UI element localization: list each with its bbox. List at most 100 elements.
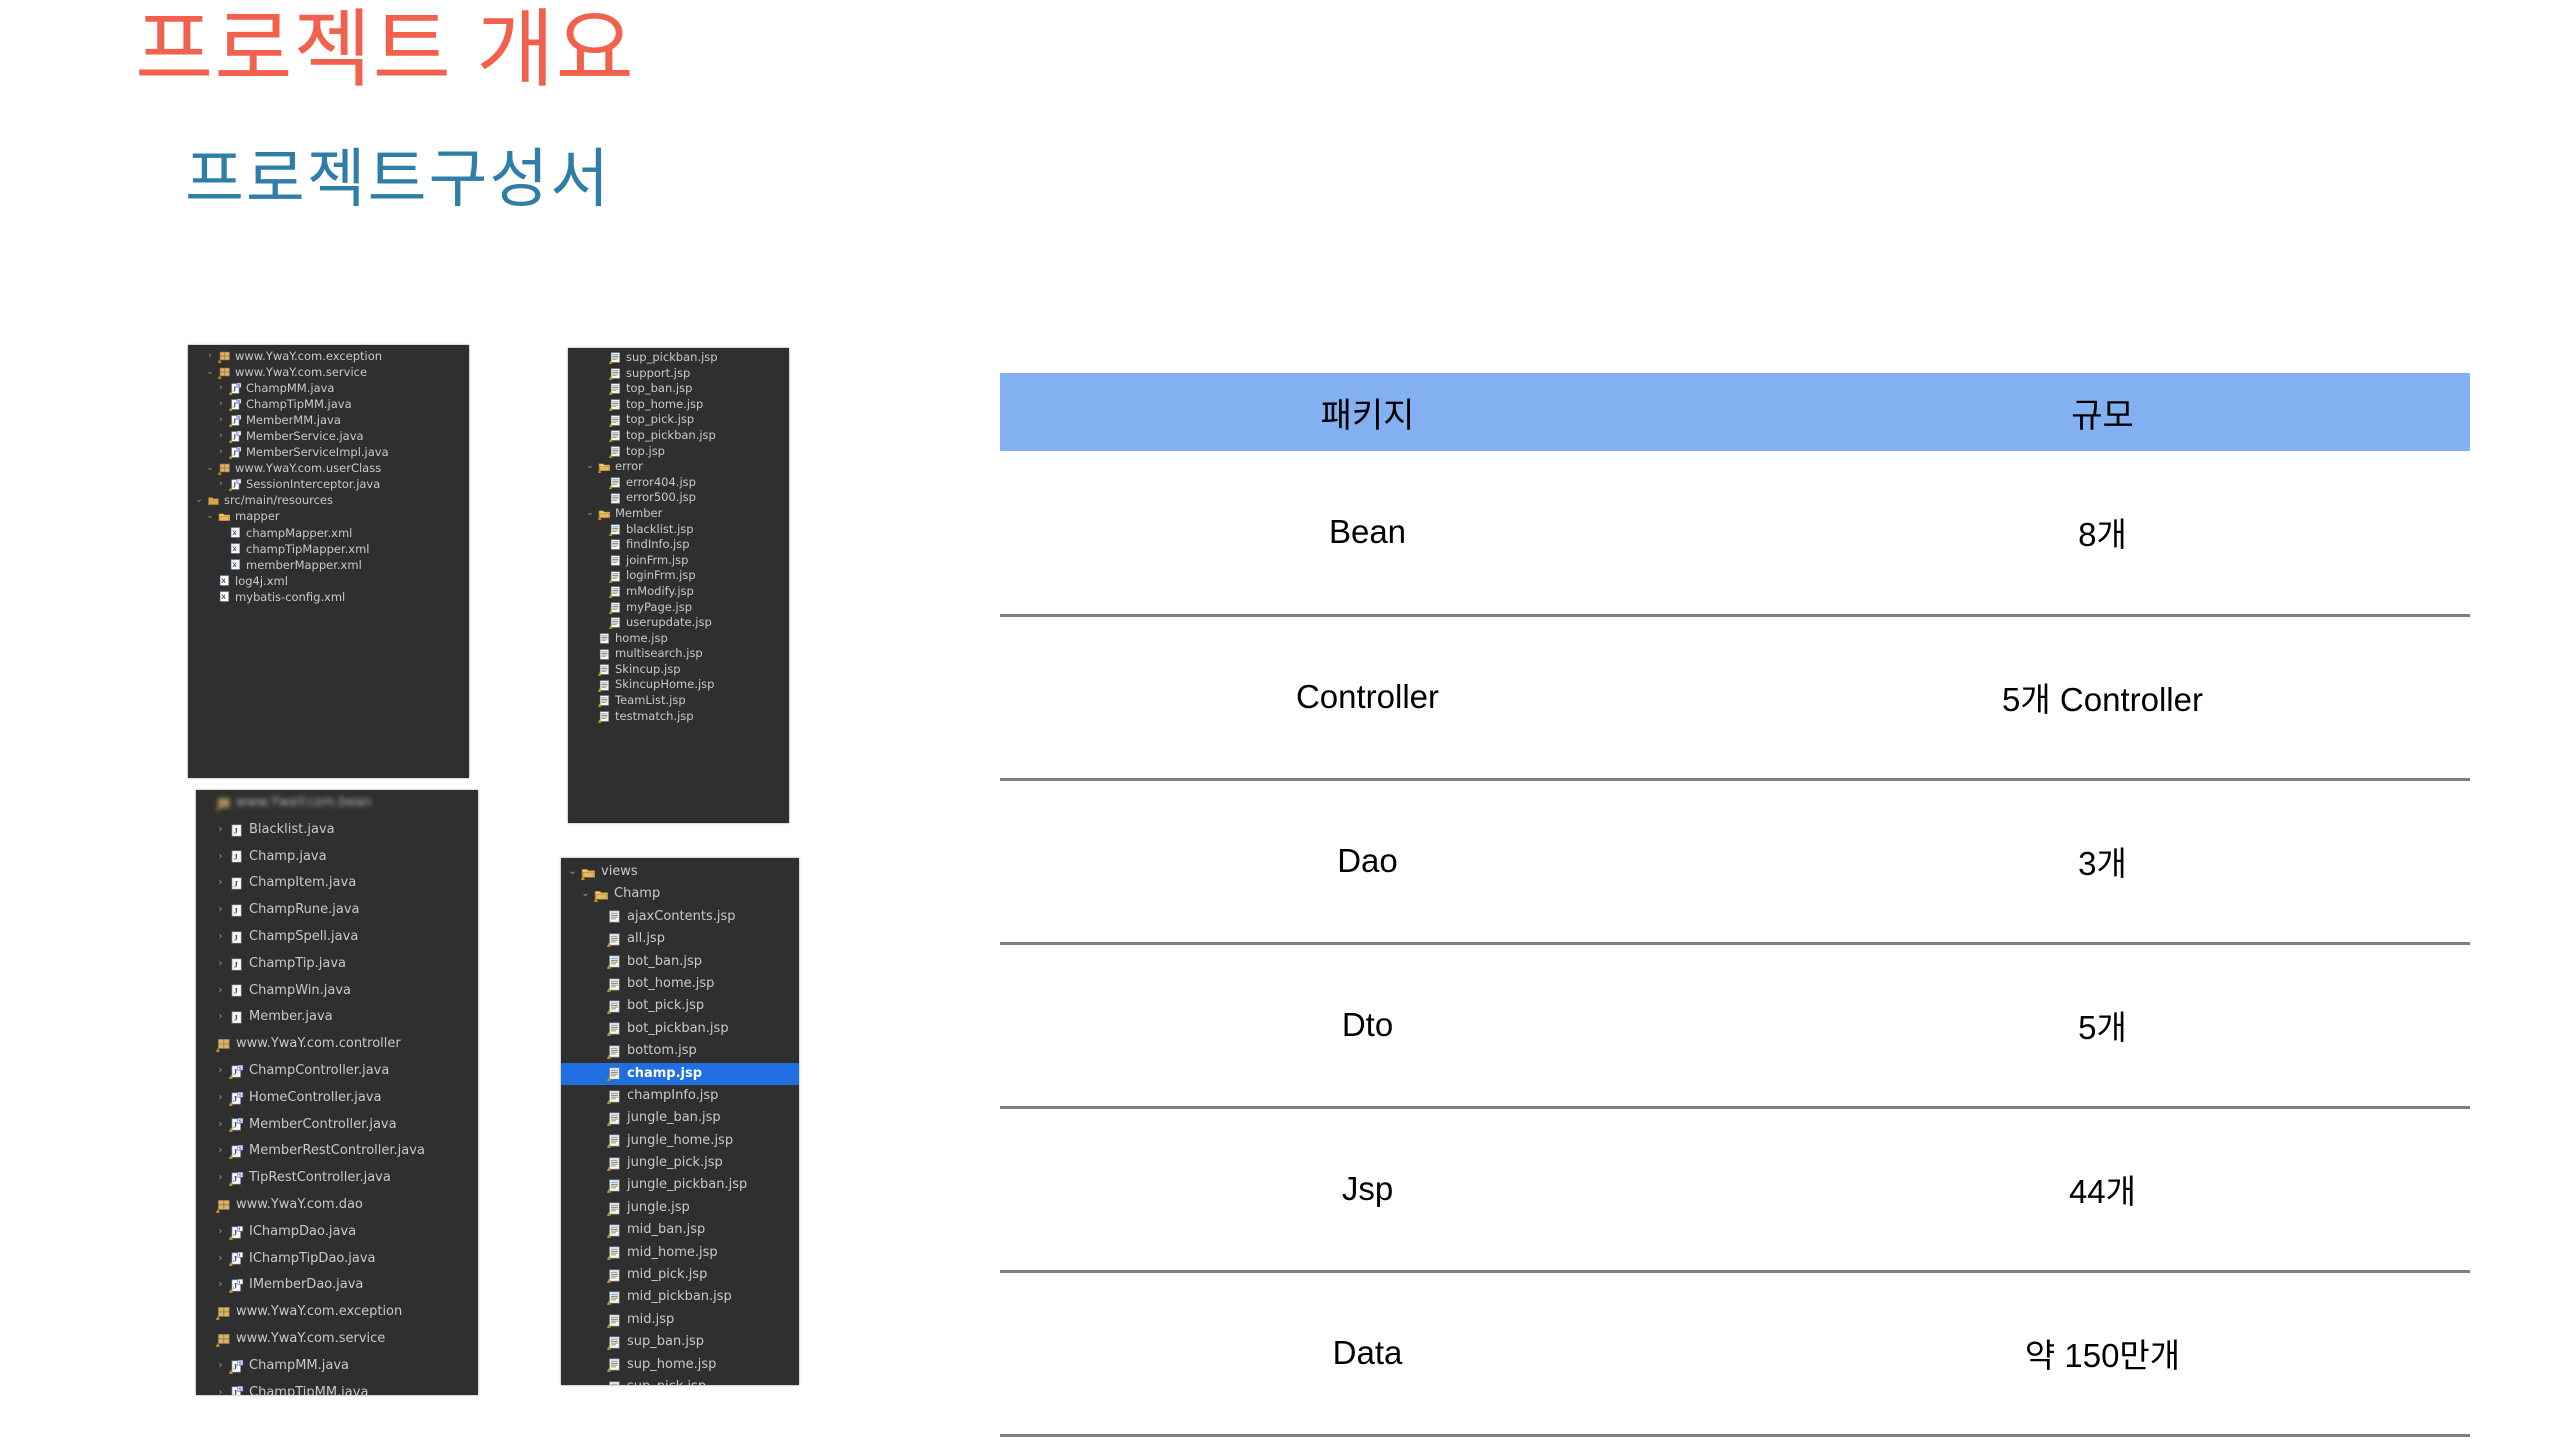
tree-row[interactable]: Xlog4j.xml: [188, 573, 469, 589]
chevron-right-icon[interactable]: ›: [213, 1272, 228, 1299]
tree-row[interactable]: error404.jsp: [568, 475, 789, 491]
chevron-right-icon[interactable]: ›: [213, 870, 228, 897]
tree-row[interactable]: › J Blacklist.java: [196, 817, 478, 844]
chevron-right-icon[interactable]: ›: [203, 348, 217, 364]
project-explorer-champ-views-panel[interactable]: ⌄ views ⌄ Champ ajaxContents.jsp all.jsp bot_b…: [561, 858, 799, 1385]
tree-row[interactable]: › J I IMemberDao.java: [196, 1272, 478, 1299]
chevron-down-icon[interactable]: ⌄: [583, 506, 597, 522]
chevron-down-icon[interactable]: ⌄: [203, 364, 217, 380]
tree-row[interactable]: › J S ChampController.java: [196, 1058, 478, 1085]
chevron-right-icon[interactable]: ›: [213, 1219, 228, 1246]
tree-row[interactable]: sup_pickban.jsp: [568, 350, 789, 366]
tree-row[interactable]: ⌄ error: [568, 459, 789, 475]
tree-row[interactable]: › J I SessionInterceptor.java: [188, 476, 469, 492]
tree-row[interactable]: sup_pick.jsp: [561, 1376, 799, 1385]
tree-row[interactable]: › J I IChampTipDao.java: [196, 1246, 478, 1273]
tree-row[interactable]: › J S MemberController.java: [196, 1112, 478, 1139]
tree-row[interactable]: testmatch.jsp: [568, 709, 789, 725]
chevron-down-icon[interactable]: ⌄: [203, 508, 217, 524]
tree-row[interactable]: Skincup.jsp: [568, 662, 789, 678]
tree-row[interactable]: SkincupHome.jsp: [568, 677, 789, 693]
tree-row[interactable]: top.jsp: [568, 444, 789, 460]
tree-row[interactable]: mid.jsp: [561, 1309, 799, 1331]
tree-row[interactable]: jungle_ban.jsp: [561, 1107, 799, 1129]
tree-row[interactable]: Xmybatis-config.xml: [188, 589, 469, 605]
tree-row[interactable]: › J S HomeController.java: [196, 1085, 478, 1112]
tree-row[interactable]: www.YwaY.com.controller: [196, 1031, 478, 1058]
chevron-right-icon[interactable]: ›: [213, 951, 228, 978]
chevron-right-icon[interactable]: ›: [213, 1085, 228, 1112]
tree-row[interactable]: top_pickban.jsp: [568, 428, 789, 444]
chevron-right-icon[interactable]: ›: [213, 1004, 228, 1031]
chevron-right-icon[interactable]: ›: [213, 1353, 228, 1380]
chevron-down-icon[interactable]: ⌄: [583, 459, 597, 475]
chevron-right-icon[interactable]: ›: [213, 1165, 228, 1192]
chevron-right-icon[interactable]: ›: [214, 396, 228, 412]
tree-row[interactable]: top_ban.jsp: [568, 381, 789, 397]
tree-row[interactable]: home.jsp: [568, 631, 789, 647]
tree-row[interactable]: multisearch.jsp: [568, 646, 789, 662]
tree-row[interactable]: › J ChampTip.java: [196, 951, 478, 978]
tree-row[interactable]: ajaxContents.jsp: [561, 906, 799, 928]
chevron-down-icon[interactable]: ⌄: [578, 883, 593, 905]
chevron-right-icon[interactable]: ›: [213, 1112, 228, 1139]
tree-row[interactable]: XchampTipMapper.xml: [188, 541, 469, 557]
tree-row[interactable]: www.YwaY.com.exception: [196, 1299, 478, 1326]
tree-row[interactable]: › J S ChampTipMM.java: [188, 396, 469, 412]
tree-row[interactable]: champInfo.jsp: [561, 1085, 799, 1107]
tree-row[interactable]: joinFrm.jsp: [568, 553, 789, 569]
chevron-right-icon[interactable]: ›: [213, 1380, 228, 1395]
chevron-down-icon[interactable]: ⌄: [565, 861, 580, 883]
tree-row[interactable]: sup_home.jsp: [561, 1354, 799, 1376]
tree-row[interactable]: userupdate.jsp: [568, 615, 789, 631]
tree-row[interactable]: ⌄ views: [561, 861, 799, 883]
tree-row[interactable]: blacklist.jsp: [568, 522, 789, 538]
tree-row[interactable]: loginFrm.jsp: [568, 568, 789, 584]
chevron-right-icon[interactable]: ›: [213, 817, 228, 844]
tree-row[interactable]: › J I MemberService.java: [188, 428, 469, 444]
tree-row[interactable]: XchampMapper.xml: [188, 525, 469, 541]
tree-row[interactable]: ⌄ mapper: [188, 508, 469, 524]
tree-row[interactable]: all.jsp: [561, 928, 799, 950]
tree-row[interactable]: › J Member.java: [196, 1004, 478, 1031]
chevron-right-icon[interactable]: ›: [213, 844, 228, 871]
tree-row[interactable]: www.YwaY.com.bean: [196, 790, 478, 817]
tree-row[interactable]: mModify.jsp: [568, 584, 789, 600]
tree-row[interactable]: › J ChampWin.java: [196, 978, 478, 1005]
tree-row[interactable]: › J S ChampTipMM.java: [196, 1380, 478, 1395]
tree-row[interactable]: ⌄ www.YwaY.com.service: [188, 364, 469, 380]
chevron-right-icon[interactable]: ›: [214, 428, 228, 444]
tree-row[interactable]: › J S MemberRestController.java: [196, 1138, 478, 1165]
tree-row[interactable]: bottom.jsp: [561, 1040, 799, 1062]
project-explorer-service-panel[interactable]: › www.YwaY.com.exception ⌄ www.YwaY.com.ser…: [188, 345, 469, 778]
tree-row[interactable]: ⌄ www.YwaY.com.userClass: [188, 460, 469, 476]
tree-row[interactable]: › J S ChampMM.java: [196, 1353, 478, 1380]
tree-row[interactable]: XmemberMapper.xml: [188, 557, 469, 573]
tree-row[interactable]: › J S MemberServiceImpl.java: [188, 444, 469, 460]
tree-row[interactable]: mid_ban.jsp: [561, 1219, 799, 1241]
tree-row[interactable]: ⌄ i src/main/resources: [188, 492, 469, 508]
tree-row[interactable]: TeamList.jsp: [568, 693, 789, 709]
tree-row[interactable]: › J Champ.java: [196, 844, 478, 871]
tree-row[interactable]: mid_home.jsp: [561, 1242, 799, 1264]
tree-row[interactable]: › J ChampItem.java: [196, 870, 478, 897]
chevron-down-icon[interactable]: ⌄: [203, 460, 217, 476]
project-explorer-views-panel[interactable]: sup_pickban.jsp support.jsp top_ban.jsp top…: [568, 348, 789, 823]
tree-row[interactable]: www.YwaY.com.service: [196, 1326, 478, 1353]
tree-row[interactable]: bot_ban.jsp: [561, 951, 799, 973]
tree-row[interactable]: top_home.jsp: [568, 397, 789, 413]
tree-row[interactable]: › J I IChampDao.java: [196, 1219, 478, 1246]
chevron-right-icon[interactable]: ›: [213, 897, 228, 924]
tree-row[interactable]: myPage.jsp: [568, 600, 789, 616]
tree-row[interactable]: › J S ChampMM.java: [188, 380, 469, 396]
chevron-right-icon[interactable]: ›: [213, 978, 228, 1005]
tree-row[interactable]: ⌄ Champ: [561, 883, 799, 905]
tree-row[interactable]: jungle_home.jsp: [561, 1130, 799, 1152]
tree-row[interactable]: findInfo.jsp: [568, 537, 789, 553]
chevron-right-icon[interactable]: ›: [213, 1058, 228, 1085]
tree-row[interactable]: jungle.jsp: [561, 1197, 799, 1219]
tree-row-selected[interactable]: champ.jsp: [561, 1062, 799, 1085]
tree-row[interactable]: error500.jsp: [568, 490, 789, 506]
tree-row[interactable]: sup_ban.jsp: [561, 1331, 799, 1353]
chevron-down-icon[interactable]: ⌄: [192, 492, 206, 508]
